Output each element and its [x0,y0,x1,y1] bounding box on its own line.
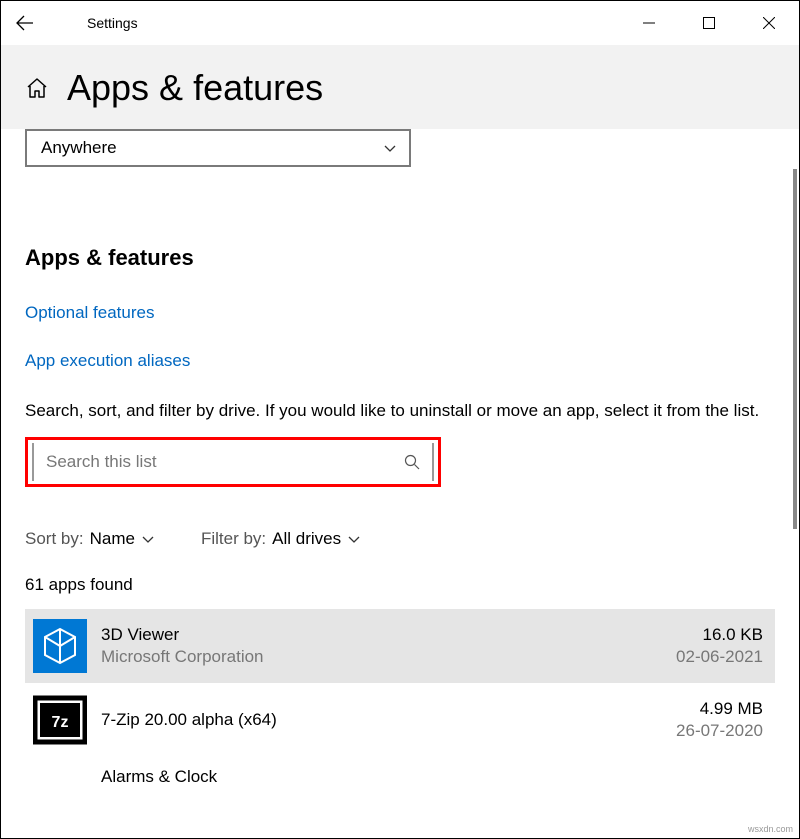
sort-filter-row: Sort by: Name Filter by: All drives [25,529,775,549]
app-info: 3D Viewer Microsoft Corporation [101,625,676,667]
app-name: 7-Zip 20.00 alpha (x64) [101,710,676,730]
filter-label: Filter by: [201,529,266,549]
home-icon-svg [25,76,49,100]
home-icon[interactable] [25,76,49,100]
minimize-icon [643,17,655,29]
scrollbar[interactable] [793,169,797,529]
search-icon [404,454,420,470]
app-size: 16.0 KB [676,625,763,645]
app-info: 7-Zip 20.00 alpha (x64) [101,710,676,730]
install-source-select[interactable]: Anywhere [25,129,411,167]
section-heading: Apps & features [25,245,775,271]
app-publisher: Microsoft Corporation [101,647,676,667]
app-icon-7zip: 7z [33,693,87,747]
app-size: 4.99 MB [676,699,763,719]
app-row-7zip[interactable]: 7z 7-Zip 20.00 alpha (x64) 4.99 MB 26-07… [25,683,775,757]
app-date: 26-07-2020 [676,721,763,741]
app-name: 3D Viewer [101,625,676,645]
arrow-left-icon [16,14,34,32]
content-area: Anywhere Apps & features Optional featur… [1,129,799,787]
window-title: Settings [49,15,138,31]
titlebar: Settings [1,1,799,45]
install-source-value: Anywhere [41,138,117,158]
page-header: Apps & features [1,45,799,129]
apps-count: 61 apps found [25,575,775,595]
window-controls [619,1,799,45]
app-row-3d-viewer[interactable]: 3D Viewer Microsoft Corporation 16.0 KB … [25,609,775,683]
app-date: 02-06-2021 [676,647,763,667]
chevron-down-icon [141,532,155,546]
maximize-button[interactable] [679,1,739,45]
watermark: wsxdn.com [748,824,793,834]
app-icon-3d-viewer [33,619,87,673]
sort-label: Sort by: [25,529,84,549]
search-input[interactable] [46,452,404,472]
app-row-alarms[interactable]: Alarms & Clock [25,767,775,787]
close-icon [763,17,775,29]
search-highlight [25,437,441,487]
filter-by-control[interactable]: Filter by: All drives [201,529,361,549]
app-execution-aliases-link[interactable]: App execution aliases [25,351,775,371]
svg-text:7z: 7z [52,714,69,731]
sort-by-control[interactable]: Sort by: Name [25,529,155,549]
app-meta: 4.99 MB 26-07-2020 [676,699,763,741]
sort-value: Name [90,529,135,549]
app-meta: 16.0 KB 02-06-2021 [676,625,763,667]
app-list: 3D Viewer Microsoft Corporation 16.0 KB … [25,609,775,787]
close-button[interactable] [739,1,799,45]
chevron-down-icon [347,532,361,546]
search-box[interactable] [32,443,434,481]
help-text: Search, sort, and filter by drive. If yo… [25,399,775,423]
chevron-down-icon [383,141,397,155]
optional-features-link[interactable]: Optional features [25,303,775,323]
page-title: Apps & features [67,67,323,109]
filter-value: All drives [272,529,341,549]
maximize-icon [703,17,715,29]
app-name: Alarms & Clock [101,767,763,787]
back-button[interactable] [1,1,49,45]
minimize-button[interactable] [619,1,679,45]
